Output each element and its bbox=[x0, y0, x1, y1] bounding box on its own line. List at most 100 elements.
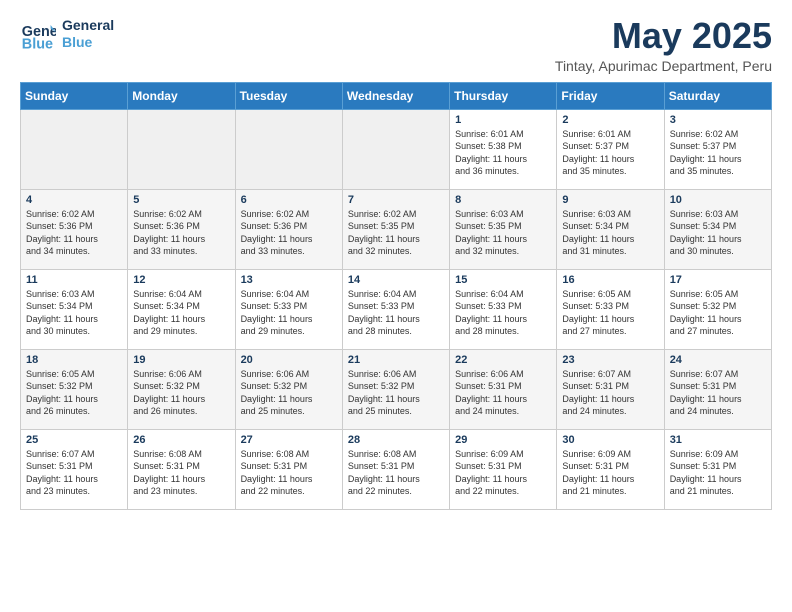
logo-text-line2: Blue bbox=[62, 34, 114, 51]
calendar-cell: 29 Sunrise: 6:09 AM Sunset: 5:31 PM Dayli… bbox=[450, 429, 557, 509]
calendar-cell: 30 Sunrise: 6:09 AM Sunset: 5:31 PM Dayli… bbox=[557, 429, 664, 509]
page-header: General Blue General Blue May 2025 Tinta… bbox=[20, 16, 772, 74]
day-number: 15 bbox=[455, 274, 551, 286]
logo-text-line1: General bbox=[62, 17, 114, 34]
calendar-header-friday: Friday bbox=[557, 82, 664, 109]
calendar-cell: 22 Sunrise: 6:06 AM Sunset: 5:31 PM Dayli… bbox=[450, 349, 557, 429]
calendar-cell: 18 Sunrise: 6:05 AM Sunset: 5:32 PM Dayli… bbox=[21, 349, 128, 429]
calendar-cell: 21 Sunrise: 6:06 AM Sunset: 5:32 PM Dayli… bbox=[342, 349, 449, 429]
day-number: 27 bbox=[241, 434, 337, 446]
calendar-week-2: 4 Sunrise: 6:02 AM Sunset: 5:36 PM Daylig… bbox=[21, 189, 772, 269]
day-info: Sunrise: 6:03 AM Sunset: 5:34 PM Dayligh… bbox=[562, 208, 658, 258]
calendar-cell: 26 Sunrise: 6:08 AM Sunset: 5:31 PM Dayli… bbox=[128, 429, 235, 509]
day-info: Sunrise: 6:05 AM Sunset: 5:32 PM Dayligh… bbox=[670, 288, 766, 338]
calendar-cell: 27 Sunrise: 6:08 AM Sunset: 5:31 PM Dayli… bbox=[235, 429, 342, 509]
calendar-cell: 14Sunrise: 6:04 AM Sunset: 5:33 PM Dayli… bbox=[342, 269, 449, 349]
day-number: 17 bbox=[670, 274, 766, 286]
day-info: Sunrise: 6:06 AM Sunset: 5:31 PM Dayligh… bbox=[455, 368, 551, 418]
day-number: 8 bbox=[455, 194, 551, 206]
day-info: Sunrise: 6:05 AM Sunset: 5:32 PM Dayligh… bbox=[26, 368, 122, 418]
calendar-cell: 7 Sunrise: 6:02 AM Sunset: 5:35 PM Daylig… bbox=[342, 189, 449, 269]
calendar-header-row: SundayMondayTuesdayWednesdayThursdayFrid… bbox=[21, 82, 772, 109]
day-info: Sunrise: 6:02 AM Sunset: 5:36 PM Dayligh… bbox=[26, 208, 122, 258]
day-number: 1 bbox=[455, 114, 551, 126]
day-info: Sunrise: 6:07 AM Sunset: 5:31 PM Dayligh… bbox=[670, 368, 766, 418]
day-number: 31 bbox=[670, 434, 766, 446]
month-title: May 2025 bbox=[555, 16, 772, 56]
calendar-cell: 2Sunrise: 6:01 AM Sunset: 5:37 PM Daylig… bbox=[557, 109, 664, 189]
day-info: Sunrise: 6:04 AM Sunset: 5:34 PM Dayligh… bbox=[133, 288, 229, 338]
day-info: Sunrise: 6:06 AM Sunset: 5:32 PM Dayligh… bbox=[133, 368, 229, 418]
day-number: 30 bbox=[562, 434, 658, 446]
calendar-cell: 24 Sunrise: 6:07 AM Sunset: 5:31 PM Dayli… bbox=[664, 349, 771, 429]
day-number: 6 bbox=[241, 194, 337, 206]
day-number: 19 bbox=[133, 354, 229, 366]
day-info: Sunrise: 6:05 AM Sunset: 5:33 PM Dayligh… bbox=[562, 288, 658, 338]
calendar-cell: 16 Sunrise: 6:05 AM Sunset: 5:33 PM Dayli… bbox=[557, 269, 664, 349]
day-info: Sunrise: 6:01 AM Sunset: 5:38 PM Dayligh… bbox=[455, 128, 551, 178]
day-number: 25 bbox=[26, 434, 122, 446]
day-number: 24 bbox=[670, 354, 766, 366]
logo-icon: General Blue bbox=[20, 16, 56, 52]
calendar-cell: 6 Sunrise: 6:02 AM Sunset: 5:36 PM Daylig… bbox=[235, 189, 342, 269]
day-info: Sunrise: 6:09 AM Sunset: 5:31 PM Dayligh… bbox=[455, 448, 551, 498]
calendar-cell: 10 Sunrise: 6:03 AM Sunset: 5:34 PM Dayli… bbox=[664, 189, 771, 269]
calendar-cell bbox=[235, 109, 342, 189]
calendar-week-5: 25 Sunrise: 6:07 AM Sunset: 5:31 PM Dayli… bbox=[21, 429, 772, 509]
day-number: 11 bbox=[26, 274, 122, 286]
day-info: Sunrise: 6:07 AM Sunset: 5:31 PM Dayligh… bbox=[26, 448, 122, 498]
calendar-cell bbox=[21, 109, 128, 189]
day-info: Sunrise: 6:06 AM Sunset: 5:32 PM Dayligh… bbox=[348, 368, 444, 418]
day-number: 14 bbox=[348, 274, 444, 286]
day-info: Sunrise: 6:06 AM Sunset: 5:32 PM Dayligh… bbox=[241, 368, 337, 418]
location-subtitle: Tintay, Apurimac Department, Peru bbox=[555, 58, 772, 74]
day-info: Sunrise: 6:04 AM Sunset: 5:33 PM Dayligh… bbox=[241, 288, 337, 338]
day-number: 29 bbox=[455, 434, 551, 446]
calendar-table: SundayMondayTuesdayWednesdayThursdayFrid… bbox=[20, 82, 772, 510]
calendar-header-thursday: Thursday bbox=[450, 82, 557, 109]
day-info: Sunrise: 6:02 AM Sunset: 5:36 PM Dayligh… bbox=[241, 208, 337, 258]
day-info: Sunrise: 6:03 AM Sunset: 5:34 PM Dayligh… bbox=[670, 208, 766, 258]
calendar-cell: 12 Sunrise: 6:04 AM Sunset: 5:34 PM Dayli… bbox=[128, 269, 235, 349]
day-number: 5 bbox=[133, 194, 229, 206]
calendar-cell: 13 Sunrise: 6:04 AM Sunset: 5:33 PM Dayli… bbox=[235, 269, 342, 349]
calendar-cell: 31Sunrise: 6:09 AM Sunset: 5:31 PM Dayli… bbox=[664, 429, 771, 509]
day-info: Sunrise: 6:02 AM Sunset: 5:36 PM Dayligh… bbox=[133, 208, 229, 258]
day-number: 16 bbox=[562, 274, 658, 286]
calendar-cell: 25 Sunrise: 6:07 AM Sunset: 5:31 PM Dayli… bbox=[21, 429, 128, 509]
day-number: 3 bbox=[670, 114, 766, 126]
day-number: 4 bbox=[26, 194, 122, 206]
day-number: 18 bbox=[26, 354, 122, 366]
calendar-header-monday: Monday bbox=[128, 82, 235, 109]
day-number: 21 bbox=[348, 354, 444, 366]
calendar-cell: 1 Sunrise: 6:01 AM Sunset: 5:38 PM Daylig… bbox=[450, 109, 557, 189]
day-info: Sunrise: 6:02 AM Sunset: 5:35 PM Dayligh… bbox=[348, 208, 444, 258]
calendar-body: 1 Sunrise: 6:01 AM Sunset: 5:38 PM Daylig… bbox=[21, 109, 772, 509]
calendar-cell: 15Sunrise: 6:04 AM Sunset: 5:33 PM Dayli… bbox=[450, 269, 557, 349]
title-block: May 2025 Tintay, Apurimac Department, Pe… bbox=[555, 16, 772, 74]
svg-text:Blue: Blue bbox=[22, 36, 53, 52]
calendar-header-sunday: Sunday bbox=[21, 82, 128, 109]
day-info: Sunrise: 6:08 AM Sunset: 5:31 PM Dayligh… bbox=[133, 448, 229, 498]
calendar-cell: 19 Sunrise: 6:06 AM Sunset: 5:32 PM Dayli… bbox=[128, 349, 235, 429]
day-info: Sunrise: 6:03 AM Sunset: 5:34 PM Dayligh… bbox=[26, 288, 122, 338]
day-info: Sunrise: 6:09 AM Sunset: 5:31 PM Dayligh… bbox=[562, 448, 658, 498]
day-info: Sunrise: 6:08 AM Sunset: 5:31 PM Dayligh… bbox=[348, 448, 444, 498]
day-number: 12 bbox=[133, 274, 229, 286]
day-info: Sunrise: 6:02 AM Sunset: 5:37 PM Dayligh… bbox=[670, 128, 766, 178]
day-number: 28 bbox=[348, 434, 444, 446]
calendar-week-4: 18 Sunrise: 6:05 AM Sunset: 5:32 PM Dayli… bbox=[21, 349, 772, 429]
calendar-cell bbox=[128, 109, 235, 189]
day-number: 20 bbox=[241, 354, 337, 366]
day-info: Sunrise: 6:08 AM Sunset: 5:31 PM Dayligh… bbox=[241, 448, 337, 498]
calendar-cell: 23Sunrise: 6:07 AM Sunset: 5:31 PM Dayli… bbox=[557, 349, 664, 429]
day-number: 23 bbox=[562, 354, 658, 366]
day-number: 26 bbox=[133, 434, 229, 446]
day-number: 13 bbox=[241, 274, 337, 286]
calendar-week-3: 11 Sunrise: 6:03 AM Sunset: 5:34 PM Dayli… bbox=[21, 269, 772, 349]
day-number: 10 bbox=[670, 194, 766, 206]
day-number: 7 bbox=[348, 194, 444, 206]
day-number: 22 bbox=[455, 354, 551, 366]
day-number: 9 bbox=[562, 194, 658, 206]
calendar-cell: 11 Sunrise: 6:03 AM Sunset: 5:34 PM Dayli… bbox=[21, 269, 128, 349]
